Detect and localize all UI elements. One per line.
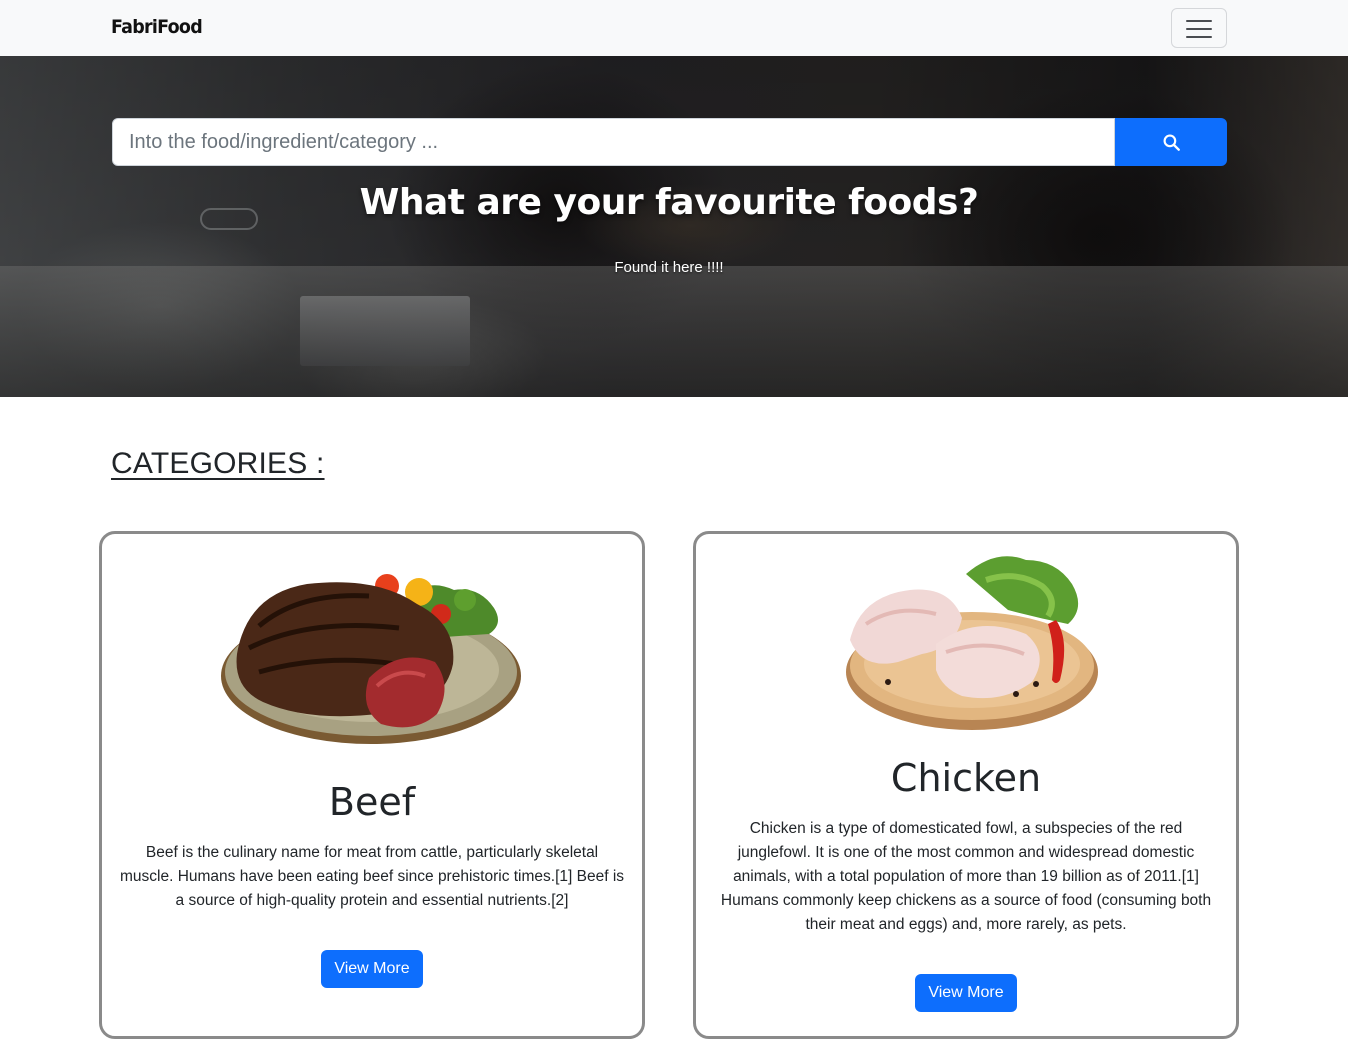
- card-title: Beef: [328, 780, 416, 824]
- search-input[interactable]: [112, 118, 1115, 166]
- beef-steak-image: [221, 574, 521, 744]
- category-card-beef: Beef Beef is the culinary name for meat …: [99, 531, 645, 1039]
- view-more-button-chicken[interactable]: View More: [915, 974, 1017, 1012]
- categories-heading: CATEGORIES :: [111, 447, 325, 480]
- hamburger-menu-icon: [1186, 20, 1212, 22]
- search-icon: [1163, 134, 1180, 151]
- chicken-legs-image: [846, 556, 1098, 730]
- card-description: Beef is the culinary name for meat from …: [120, 844, 625, 909]
- card-description: Chicken is a type of domesticated fowl, …: [720, 820, 1212, 933]
- view-more-button-beef[interactable]: View More: [321, 950, 423, 988]
- hero-subtitle: Found it here !!!!: [614, 259, 724, 276]
- card-title: Chicken: [890, 756, 1042, 800]
- hero-overlay: [0, 56, 1348, 397]
- brand-logo[interactable]: FabriFood: [111, 16, 203, 38]
- hero-title: What are your favourite foods?: [359, 182, 979, 223]
- hero-banner: What are your favourite foods? Found it …: [0, 56, 1348, 397]
- navbar-toggler-button[interactable]: [1171, 8, 1227, 48]
- search-button[interactable]: [1115, 118, 1227, 166]
- category-card-chicken: Chicken Chicken is a type of domesticate…: [693, 531, 1239, 1039]
- search-bar: [112, 118, 1227, 166]
- navbar: FabriFood: [0, 0, 1348, 56]
